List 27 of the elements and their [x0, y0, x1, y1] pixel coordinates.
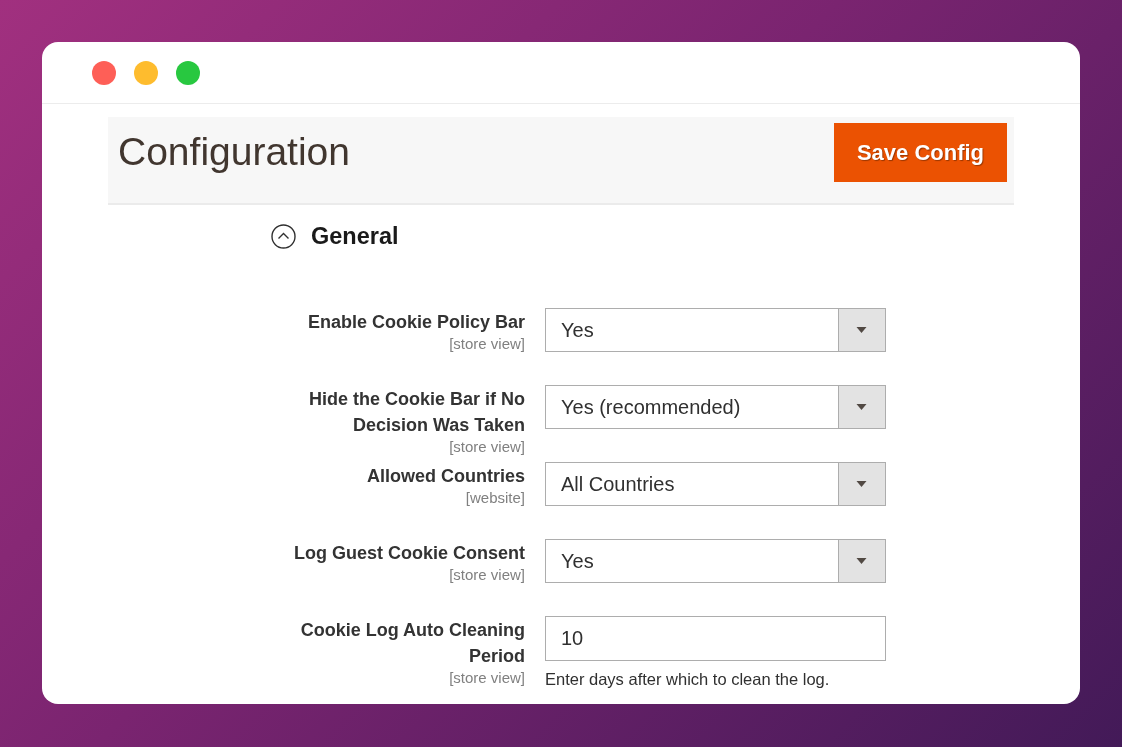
caret-icon	[838, 309, 885, 351]
input-field[interactable]: 10	[545, 616, 886, 661]
field-label: Log Guest Cookie Consent	[294, 542, 525, 565]
field-label: Cookie Log Auto Cleaning Period	[299, 619, 525, 668]
scope-label: [store view]	[449, 669, 525, 686]
select-dropdown[interactable]: Yes (recommended)	[545, 385, 886, 429]
select-dropdown[interactable]: Yes	[545, 308, 886, 352]
window-control-dot-icon[interactable]	[92, 60, 116, 85]
collapse-icon[interactable]	[271, 224, 296, 249]
window-control-dot-icon[interactable]	[134, 60, 158, 85]
scope-label: [store view]	[449, 438, 525, 455]
field-label: Hide the Cookie Bar if No Decision Was Taken	[307, 388, 525, 437]
save-config-button[interactable]: Save Config	[834, 123, 1007, 182]
section-title[interactable]: General	[311, 223, 399, 250]
caret-icon	[838, 386, 885, 428]
window-control-dot-icon[interactable]	[176, 60, 200, 85]
scope-label: [store view]	[449, 566, 525, 583]
scope-label: [store view]	[449, 335, 525, 352]
caret-icon	[838, 540, 885, 582]
field-label: Enable Cookie Policy Bar	[307, 311, 525, 334]
page-title: Configuration	[117, 129, 350, 175]
field-label: Allowed Countries	[367, 465, 525, 488]
select-dropdown[interactable]: Yes	[545, 539, 886, 583]
caret-icon	[838, 463, 885, 505]
scope-label: [website]	[465, 489, 525, 506]
field-note: Enter days after which to clean the log.	[545, 669, 831, 689]
select-dropdown[interactable]: All Countries	[545, 462, 886, 506]
